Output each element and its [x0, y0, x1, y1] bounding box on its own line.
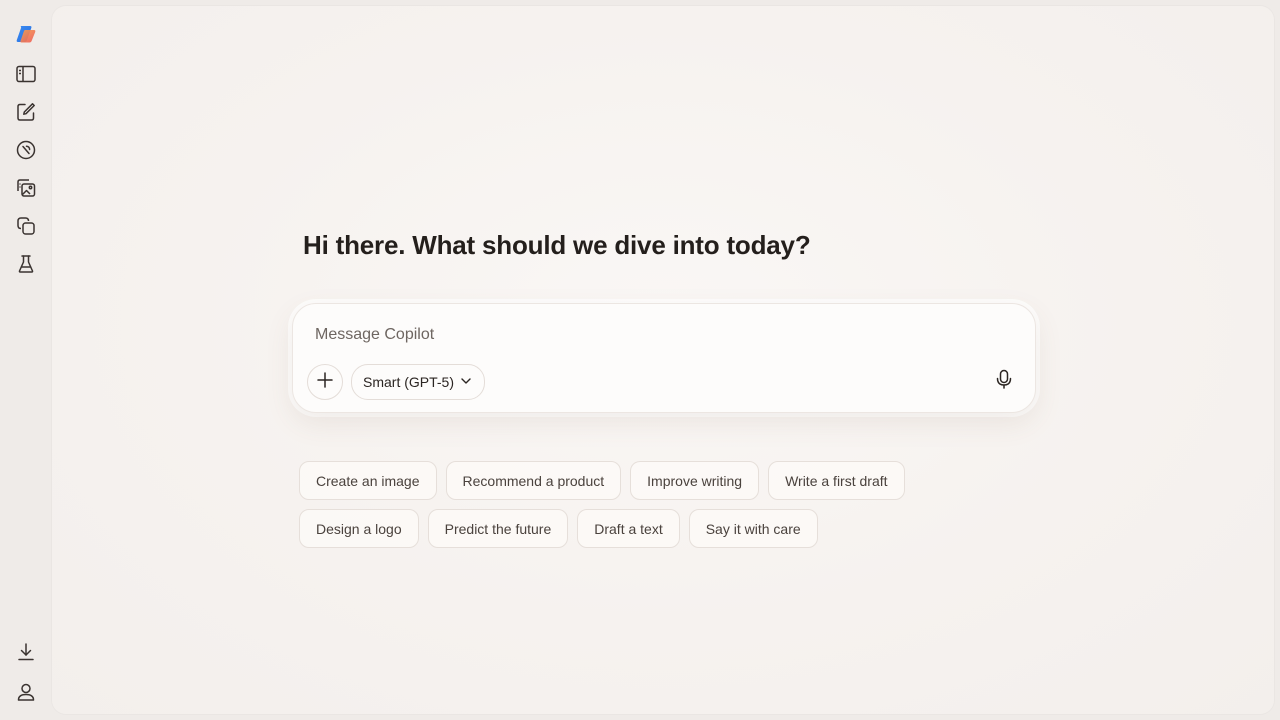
suggestion-chip[interactable]: Predict the future [427, 509, 569, 548]
model-selector-label: Smart (GPT-5) [363, 374, 455, 390]
labs-button[interactable] [10, 248, 42, 280]
suggestion-chip[interactable]: Design a logo [299, 509, 419, 548]
chevron-down-icon [460, 374, 472, 390]
suggestion-row: Design a logo Predict the future Draft a… [299, 509, 999, 548]
suggestion-chip[interactable]: Create an image [299, 461, 437, 500]
download-button[interactable] [10, 636, 42, 668]
labs-icon [15, 253, 37, 275]
images-icon [15, 177, 37, 199]
microphone-icon [993, 368, 1015, 395]
suggestion-chip[interactable]: Draft a text [577, 509, 680, 548]
profile-icon [15, 681, 37, 703]
suggestion-row: Create an image Recommend a product Impr… [299, 461, 999, 500]
voice-input-button[interactable] [989, 366, 1019, 396]
copilot-app: Hi there. What should we dive into today… [0, 0, 1280, 720]
pages-button[interactable] [10, 210, 42, 242]
add-attachment-button[interactable] [307, 364, 343, 400]
pages-icon [15, 215, 37, 237]
suggestion-chip[interactable]: Say it with care [688, 509, 818, 548]
model-selector[interactable]: Smart (GPT-5) [351, 364, 486, 400]
copilot-logo-button[interactable] [10, 18, 42, 50]
suggestion-chips: Create an image Recommend a product Impr… [299, 461, 999, 557]
message-input[interactable] [313, 322, 997, 348]
suggestion-chip[interactable]: Recommend a product [445, 461, 622, 500]
discover-icon [15, 139, 37, 161]
sidebar-toggle-icon [15, 63, 37, 85]
sidebar-toggle-button[interactable] [10, 58, 42, 90]
new-chat-icon [15, 101, 37, 123]
plus-icon [316, 371, 334, 394]
main-panel: Hi there. What should we dive into today… [52, 6, 1274, 714]
discover-button[interactable] [10, 134, 42, 166]
copilot-logo-icon [14, 22, 38, 46]
suggestion-chip[interactable]: Write a first draft [768, 461, 905, 500]
message-composer: Smart (GPT-5) [292, 303, 1036, 413]
download-icon [15, 641, 37, 663]
profile-button[interactable] [10, 676, 42, 708]
left-rail [0, 0, 52, 720]
greeting-heading: Hi there. What should we dive into today… [303, 230, 811, 260]
images-button[interactable] [10, 172, 42, 204]
suggestion-chip[interactable]: Improve writing [630, 461, 760, 500]
new-chat-button[interactable] [10, 96, 42, 128]
